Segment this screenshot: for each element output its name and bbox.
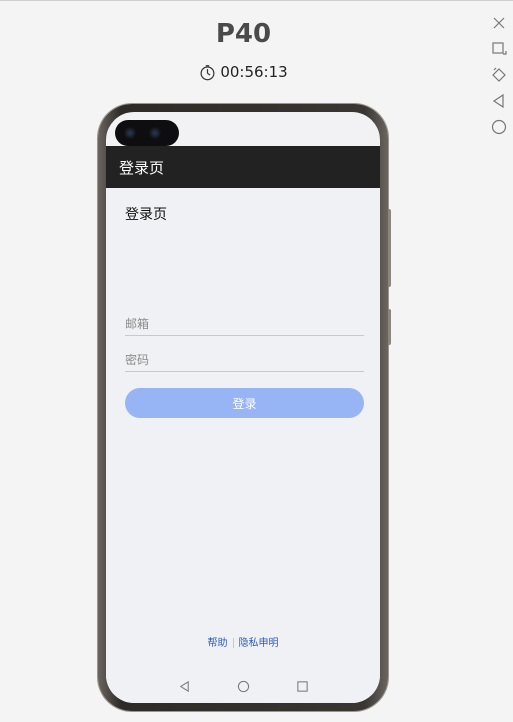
session-timer: 00:56:13	[0, 63, 487, 81]
home-icon	[491, 119, 507, 135]
camera-cutout	[115, 120, 179, 146]
link-divider	[232, 638, 234, 648]
phone-screen: 登录页 登录页 登录 帮助隐私申明	[106, 112, 380, 703]
app-bar-title: 登录页	[119, 158, 165, 177]
nav-back-icon[interactable]	[178, 680, 191, 693]
power-button	[388, 309, 391, 345]
privacy-link[interactable]: 隐私申明	[239, 638, 279, 649]
camera-lens-icon	[124, 127, 136, 139]
emulator-toolbar	[489, 13, 511, 143]
help-link[interactable]: 帮助	[208, 638, 228, 649]
close-icon	[493, 17, 505, 29]
timer-value: 00:56:13	[220, 63, 288, 81]
window-dock-icon	[492, 42, 507, 55]
back-icon	[492, 93, 504, 109]
navigation-bar	[106, 669, 380, 703]
password-input[interactable]	[125, 353, 364, 367]
page-heading: 登录页	[125, 207, 167, 223]
volume-button	[388, 209, 391, 287]
home-button[interactable]	[489, 117, 509, 137]
login-page: 登录页 登录 帮助隐私申明	[106, 188, 380, 703]
camera-lens-icon	[149, 127, 161, 139]
rotate-button[interactable]	[489, 65, 509, 85]
nav-recents-icon[interactable]	[296, 680, 309, 693]
close-button[interactable]	[489, 13, 509, 33]
login-button[interactable]: 登录	[125, 388, 364, 418]
password-field[interactable]	[125, 348, 364, 372]
email-input[interactable]	[125, 317, 364, 331]
timer-icon	[200, 64, 215, 80]
device-title: P40	[215, 19, 272, 49]
footer-links: 帮助 隐私申明	[106, 634, 380, 649]
status-bar	[106, 112, 380, 146]
phone-frame: 登录页 登录页 登录 帮助隐私申明	[98, 104, 391, 711]
back-button[interactable]	[489, 91, 509, 111]
window-dock-button[interactable]	[489, 39, 509, 59]
app-bar: 登录页	[106, 146, 380, 188]
email-field[interactable]	[125, 312, 364, 336]
rotate-icon	[492, 67, 506, 82]
nav-home-icon[interactable]	[237, 680, 250, 693]
